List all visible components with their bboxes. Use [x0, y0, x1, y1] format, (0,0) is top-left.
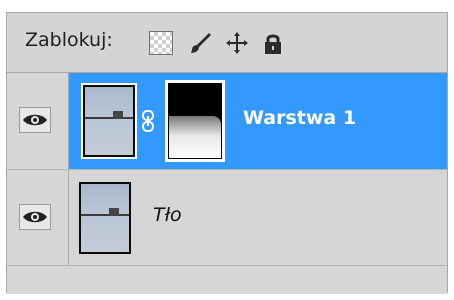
layer-mask-image: [168, 83, 222, 159]
layer-thumbnail[interactable]: [81, 83, 137, 159]
layer-mask-thumbnail[interactable]: [165, 80, 225, 162]
visibility-cell: [7, 73, 69, 169]
lock-all-padlock-icon[interactable]: [261, 31, 285, 55]
lock-bar: Zablokuj:: [7, 13, 447, 73]
lock-transparent-pixels-icon[interactable]: [149, 31, 173, 55]
visibility-cell: [7, 170, 69, 265]
layer-name[interactable]: Tło: [153, 204, 182, 226]
eye-visibility-icon[interactable]: [19, 107, 51, 133]
layer-name[interactable]: Warstwa 1: [243, 107, 356, 129]
lock-position-move-icon[interactable]: [225, 31, 249, 55]
layer-row-warstwa-1[interactable]: Warstwa 1: [7, 73, 447, 170]
layer-thumbnail-image: [85, 87, 133, 155]
layer-row-background[interactable]: Tło: [7, 170, 447, 266]
lock-image-pixels-brush-icon[interactable]: [189, 31, 213, 55]
eye-visibility-icon[interactable]: [19, 204, 51, 230]
background-thumbnail[interactable]: [79, 182, 131, 254]
layers-panel: Zablokuj: Warstwa 1 Tło: [6, 12, 448, 294]
empty-layers-area: [7, 266, 447, 294]
lock-label: Zablokuj:: [25, 29, 113, 51]
background-thumbnail-image: [81, 184, 129, 252]
chain-link-icon[interactable]: [141, 109, 155, 133]
